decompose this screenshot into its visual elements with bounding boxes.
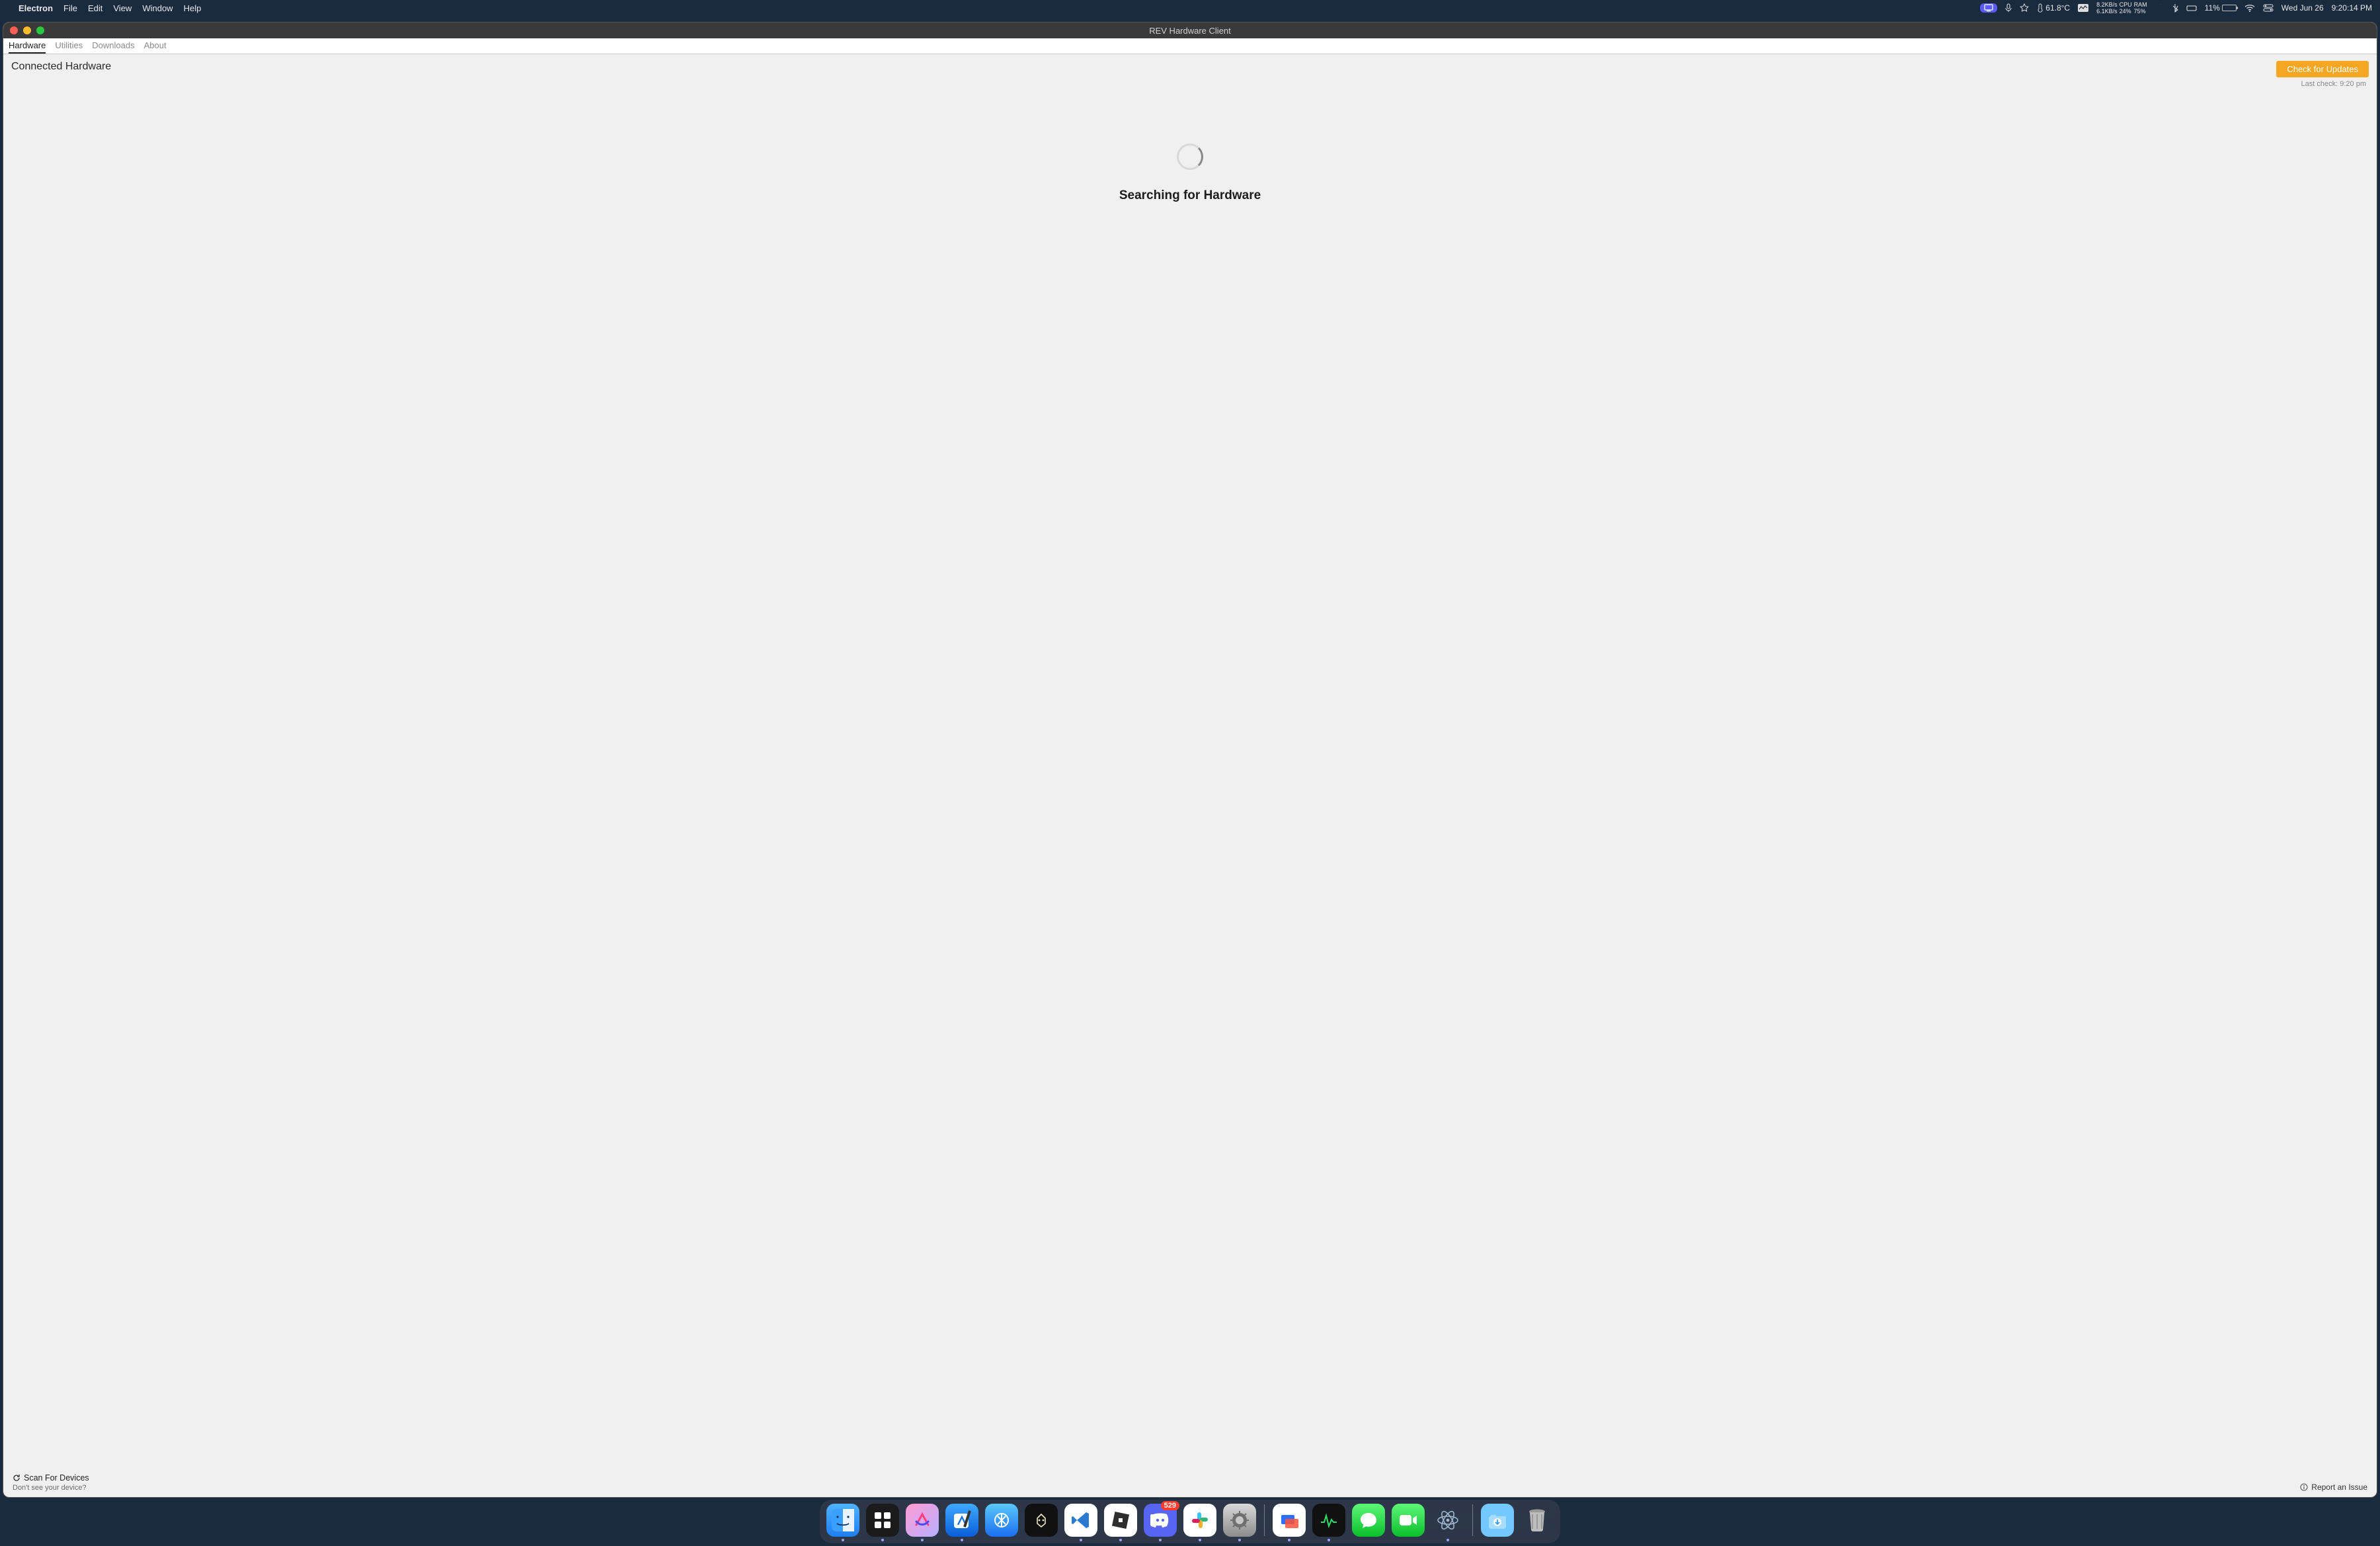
dock-wrapper: 529 (0, 1500, 2380, 1543)
dock-separator-2 (1472, 1504, 1473, 1536)
app-footer: Scan For Devices Don't see your device? … (3, 1469, 2377, 1497)
dock-app-mission-control[interactable] (866, 1504, 899, 1537)
dock-app-settings[interactable] (1223, 1504, 1256, 1537)
loading-spinner-icon (1177, 143, 1203, 170)
dock-app-facetime[interactable] (1392, 1504, 1425, 1537)
dock-app-developer[interactable] (985, 1504, 1018, 1537)
bluetooth-icon[interactable] (2172, 3, 2178, 13)
ram-value: 75% (2134, 9, 2147, 15)
active-app-name[interactable]: Electron (19, 3, 53, 13)
tab-downloads[interactable]: Downloads (92, 38, 134, 54)
dock-app-messages[interactable] (1352, 1504, 1385, 1537)
menu-edit[interactable]: Edit (88, 3, 102, 13)
last-check-label: Last check: 9:20 pm (2301, 80, 2369, 88)
dock-downloads-stack[interactable] (1481, 1504, 1514, 1537)
keyboard-brightness-icon[interactable] (2186, 4, 2197, 12)
refresh-icon (13, 1474, 20, 1482)
temperature-value: 61.8°C (2045, 3, 2070, 13)
scan-for-devices-label: Scan For Devices (24, 1473, 89, 1483)
minimize-window-button[interactable] (23, 26, 31, 34)
menu-help[interactable]: Help (184, 3, 202, 13)
dock-app-activity-monitor[interactable] (1312, 1504, 1345, 1537)
menu-window[interactable]: Window (142, 3, 173, 13)
dock-trash[interactable] (1521, 1504, 1554, 1537)
dock-app-electron[interactable] (1431, 1504, 1464, 1537)
page-title: Connected Hardware (11, 61, 111, 73)
scan-for-devices-link[interactable]: Scan For Devices (13, 1473, 89, 1483)
menu-view[interactable]: View (113, 3, 132, 13)
tab-hardware[interactable]: Hardware (9, 38, 46, 54)
discord-badge: 529 (1161, 1501, 1179, 1510)
dock-separator-1 (1264, 1504, 1265, 1536)
main-content: Searching for Hardware (3, 91, 2377, 1497)
net-up-value: 8.2KB/s (2096, 2, 2118, 8)
microphone-icon[interactable] (2005, 3, 2012, 13)
report-issue-label: Report an Issue (2311, 1483, 2367, 1492)
check-for-updates-button[interactable]: Check for Updates (2276, 61, 2369, 77)
screen-share-indicator-icon[interactable] (1980, 3, 1997, 13)
battery-status[interactable]: 11% (2205, 3, 2237, 13)
dock: 529 (820, 1500, 1560, 1543)
battery-percent: 11% (2205, 3, 2220, 13)
system-stats[interactable]: 8.2KB/s 6.1KB/s CPU 24% RAM 75% (2096, 2, 2147, 15)
dock-app-vscode[interactable] (1064, 1504, 1097, 1537)
dock-app-roblox[interactable] (1104, 1504, 1137, 1537)
net-down-value: 6.1KB/s (2096, 9, 2118, 15)
control-center-icon[interactable] (2263, 4, 2274, 12)
network-graph-icon[interactable] (2078, 4, 2088, 12)
dock-app-discord[interactable]: 529 (1144, 1504, 1177, 1537)
info-icon (2300, 1483, 2308, 1491)
dock-app-slack[interactable] (1183, 1504, 1216, 1537)
device-help-link[interactable]: Don't see your device? (13, 1484, 89, 1492)
window-title: REV Hardware Client (3, 26, 2377, 36)
do-not-disturb-icon[interactable] (2155, 3, 2164, 13)
slack-icon (1191, 1511, 1209, 1529)
traffic-lights (3, 26, 44, 34)
fullscreen-window-button[interactable] (36, 26, 44, 34)
dock-app-nightowl[interactable] (1025, 1504, 1058, 1537)
menubar-time[interactable]: 9:20:14 PM (2332, 3, 2372, 13)
dock-app-arc[interactable] (906, 1504, 939, 1537)
menu-file[interactable]: File (63, 3, 77, 13)
tab-about[interactable]: About (144, 38, 167, 54)
wifi-icon[interactable] (2244, 4, 2255, 12)
dock-app-xcode[interactable] (945, 1504, 978, 1537)
cpu-label: CPU (2120, 2, 2132, 8)
shortcut-icon[interactable] (2020, 3, 2029, 13)
battery-icon (2222, 5, 2237, 11)
searching-status-text: Searching for Hardware (1119, 188, 1261, 203)
app-tabstrip: Hardware Utilities Downloads About (3, 38, 2377, 54)
dock-app-screenshot[interactable] (1273, 1504, 1306, 1537)
temperature-status[interactable]: 61.8°C (2037, 3, 2070, 13)
macos-menubar: Electron File Edit View Window Help 61.8… (0, 0, 2380, 16)
app-window: REV Hardware Client Hardware Utilities D… (3, 22, 2377, 1498)
menubar-date[interactable]: Wed Jun 26 (2281, 3, 2324, 13)
window-titlebar[interactable]: REV Hardware Client (3, 22, 2377, 38)
dock-app-finder[interactable] (826, 1504, 859, 1537)
tab-utilities[interactable]: Utilities (55, 38, 83, 54)
ram-label: RAM (2134, 2, 2147, 8)
report-issue-link[interactable]: Report an Issue (2300, 1483, 2367, 1492)
cpu-value: 24% (2120, 9, 2132, 15)
close-window-button[interactable] (10, 26, 18, 34)
